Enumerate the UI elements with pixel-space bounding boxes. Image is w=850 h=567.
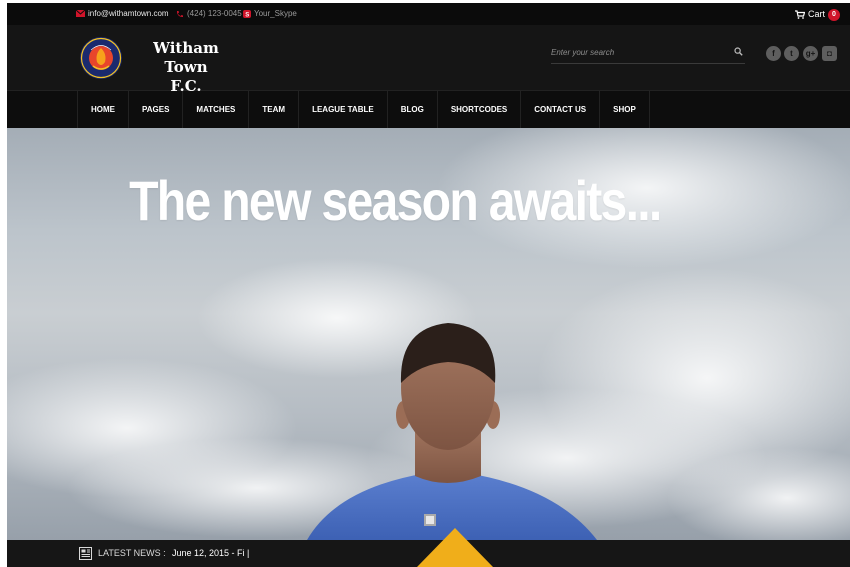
page-frame: info@withamtown.com (424) 123-0045 S Your…	[7, 3, 850, 567]
phone-text: (424) 123-0045	[187, 9, 242, 18]
slider-pagination-dot[interactable]	[424, 514, 436, 526]
latest-news-label: LATEST NEWS :	[98, 548, 166, 558]
cart-link[interactable]: Cart 0	[794, 8, 840, 21]
instagram-icon[interactable]: ◘	[822, 46, 837, 61]
site-header: Witham Town F.C. f t g+ ◘	[7, 25, 850, 95]
nav-item-matches[interactable]: MATCHES	[183, 91, 250, 128]
scroll-down-arrow[interactable]	[417, 528, 493, 567]
search-box	[551, 42, 745, 64]
nav-item-team[interactable]: TEAM	[249, 91, 300, 128]
twitter-icon[interactable]: t	[784, 46, 799, 61]
nav-item-blog[interactable]: BLOG	[388, 91, 438, 128]
email-text: info@withamtown.com	[88, 9, 169, 18]
club-crest-logo[interactable]	[79, 36, 123, 80]
top-bar: info@withamtown.com (424) 123-0045 S Your…	[7, 3, 850, 25]
email-link[interactable]: info@withamtown.com	[75, 8, 169, 20]
hero-title: The new season awaits...	[129, 169, 662, 232]
cart-icon	[794, 10, 806, 20]
search-icon[interactable]	[734, 47, 743, 56]
hero-slider: The new season awaits...	[7, 128, 850, 540]
skype-link[interactable]: S Your_Skype	[243, 8, 297, 20]
cart-label: Cart	[807, 9, 825, 19]
nav-list: HOME PAGES MATCHES TEAM LEAGUE TABLE BLO…	[77, 91, 650, 128]
phone-contact: (424) 123-0045	[176, 8, 242, 20]
latest-news-ticker[interactable]: June 12, 2015 - Fi |	[172, 548, 249, 558]
envelope-icon	[75, 10, 86, 18]
nav-item-shop[interactable]: SHOP	[600, 91, 650, 128]
nav-item-shortcodes[interactable]: SHORTCODES	[438, 91, 522, 128]
google-plus-icon[interactable]: g+	[803, 46, 818, 61]
site-brand-link[interactable]: Witham Town F.C.	[131, 39, 241, 96]
search-input[interactable]	[551, 42, 721, 63]
svg-text:S: S	[245, 12, 249, 18]
skype-icon: S	[243, 9, 251, 18]
skype-text: Your_Skype	[254, 9, 297, 18]
nav-item-home[interactable]: HOME	[77, 91, 129, 128]
main-nav: HOME PAGES MATCHES TEAM LEAGUE TABLE BLO…	[7, 91, 850, 128]
cart-count-badge: 0	[828, 8, 840, 21]
phone-icon	[177, 10, 183, 17]
facebook-icon[interactable]: f	[766, 46, 781, 61]
nav-item-contact-us[interactable]: CONTACT US	[521, 91, 601, 128]
nav-item-league-table[interactable]: LEAGUE TABLE	[299, 91, 388, 128]
brand-name-line1: Witham Town	[153, 39, 219, 76]
newspaper-icon	[79, 547, 92, 560]
nav-item-pages[interactable]: PAGES	[129, 91, 184, 128]
